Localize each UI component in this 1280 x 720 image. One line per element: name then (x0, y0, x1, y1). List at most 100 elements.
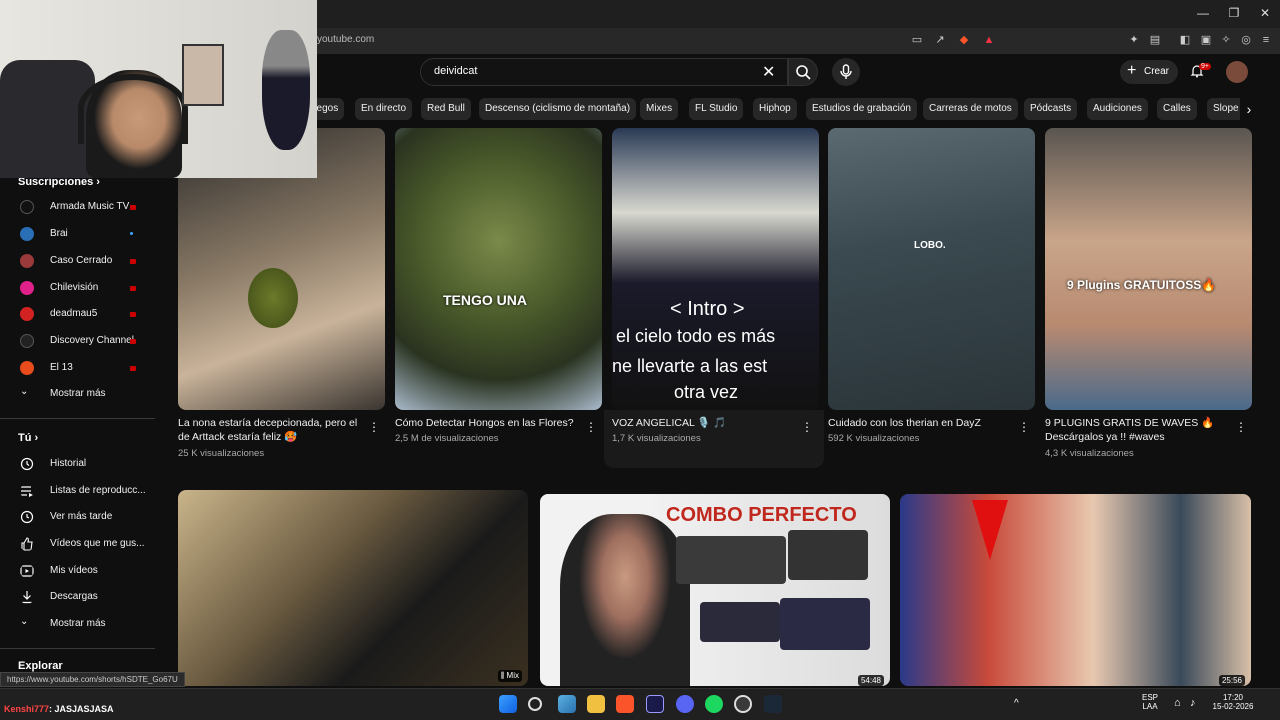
steam-icon[interactable] (764, 695, 782, 713)
chip-descenso[interactable]: Descenso (ciclismo de montaña) (479, 98, 637, 120)
sidebar-item-downloads[interactable]: Descargas (18, 585, 158, 609)
spotify-icon[interactable] (705, 695, 723, 713)
chip-podcasts[interactable]: Pódcasts (1024, 98, 1078, 120)
leo-icon[interactable]: ✧ (1219, 33, 1233, 47)
sidebar-item-watch-later[interactable]: Ver más tarde (18, 505, 158, 529)
sidebar-item-armada-music-tv[interactable]: Armada Music TV (18, 195, 158, 219)
file-explorer-icon[interactable] (587, 695, 605, 713)
plugin-rack-4 (780, 598, 870, 650)
plugin-rack-2 (788, 530, 868, 580)
obs-icon[interactable] (734, 695, 752, 713)
video-thumbnail-2[interactable]: COMBO PERFECTO 54:48 (540, 494, 890, 686)
keyboard-language[interactable]: ESP LAA (1142, 693, 1158, 711)
sidebar-item-liked-videos[interactable]: Vídeos que me gus... (18, 532, 158, 556)
thumbs-up-icon (21, 537, 33, 551)
sidebar-item-chilevision[interactable]: Chilevisión (18, 276, 158, 300)
live-icon (130, 366, 136, 371)
sidebar-item-history[interactable]: Historial (18, 452, 158, 476)
sidebar-item-playlists[interactable]: Listas de reproducc... (18, 479, 158, 503)
widgets-icon[interactable] (558, 695, 576, 713)
short-thumbnail-5[interactable]: 9 Plugins GRATUITOSS🔥 (1045, 128, 1252, 410)
wallet-icon[interactable]: ▣ (1199, 33, 1213, 47)
sidebar-item-discovery-channel[interactable]: Discovery Channel (18, 329, 158, 353)
playlists-icon (21, 486, 33, 497)
chip-estudios[interactable]: Estudios de grabación (806, 98, 917, 120)
webcam-picture-frame (182, 44, 224, 106)
voice-search-button[interactable] (832, 58, 860, 86)
clock[interactable]: 17:20 15-02-2026 (1208, 693, 1258, 711)
short-title-5[interactable]: 9 PLUGINS GRATIS DE WAVES 🔥 Descárgalos … (1045, 416, 1231, 444)
video-duration: 54:48 (857, 675, 884, 686)
menu-icon[interactable]: ≡ (1259, 33, 1273, 47)
microphone-icon (840, 64, 852, 79)
url-text[interactable]: youtube.com (317, 34, 374, 45)
chat-overlay-line: Kenshi777: JASJASJASA (0, 704, 114, 714)
search-button[interactable] (788, 58, 818, 86)
plugin-rack-1 (676, 536, 786, 584)
tray-overflow-icon[interactable]: ^ (1014, 698, 1019, 709)
reader-icon[interactable]: ▤ (1148, 33, 1162, 47)
chip-en-directo[interactable]: En directo (355, 98, 413, 120)
premiere-icon[interactable] (646, 695, 664, 713)
sidebar-item-el-13[interactable]: El 13 (18, 356, 158, 380)
maximize-icon[interactable]: ❐ (1224, 6, 1244, 20)
chip-mixes[interactable]: Mixes (640, 98, 679, 120)
chip-carreras[interactable]: Carreras de motos (923, 98, 1018, 120)
chip-red-bull[interactable]: Red Bull (421, 98, 471, 120)
video-thumbnail-3[interactable]: 25:56 (900, 494, 1251, 686)
sidebar-item-caso-cerrado[interactable]: Caso Cerrado (18, 249, 158, 273)
sidebar-item-deadmau5[interactable]: deadmau5 (18, 302, 158, 326)
discord-icon[interactable] (676, 695, 694, 713)
short-thumbnail-2[interactable]: TENGO UNA (395, 128, 602, 410)
taskbar-search-icon[interactable] (528, 697, 542, 711)
explore-heading[interactable]: Explorar (18, 660, 63, 672)
brave-shield-icon[interactable]: ◆ (957, 33, 971, 47)
sidebar-show-more-you[interactable]: ⌄ Mostrar más (18, 612, 158, 636)
extensions-icon[interactable]: ✦ (1127, 33, 1141, 47)
sidebar-show-more-subs[interactable]: ⌄ Mostrar más (18, 382, 158, 406)
my-videos-icon (20, 565, 34, 577)
volume-icon[interactable]: ♪ (1190, 697, 1196, 709)
brave-browser-icon[interactable] (616, 695, 634, 713)
sidebar-item-my-videos[interactable]: Mis vídeos (18, 559, 158, 583)
chip-fl-studio[interactable]: FL Studio (689, 98, 744, 120)
live-icon (130, 312, 136, 317)
short-title-3[interactable]: VOZ ANGELICAL 🎙️ 🎵 (612, 416, 798, 430)
network-icon[interactable]: ⌂ (1174, 697, 1181, 709)
live-icon (130, 259, 136, 264)
more-vert-icon[interactable]: ⋮ (1018, 420, 1030, 434)
chat-nick: Kenshi777 (4, 704, 50, 714)
chip-hiphop[interactable]: Hiphop (753, 98, 797, 120)
chip-slope[interactable]: Slope (1207, 98, 1245, 120)
more-vert-icon[interactable]: ⋮ (368, 420, 380, 434)
short-overlay-text: 9 Plugins GRATUITOSS🔥 (1067, 278, 1217, 292)
vpn-icon[interactable]: ◎ (1239, 33, 1253, 47)
share-icon[interactable]: ↗ (933, 33, 947, 47)
mix-badge: ⫼ Mix (497, 670, 522, 682)
cast-icon[interactable]: ▭ (910, 33, 924, 47)
intro-text: < Intro > (670, 298, 745, 320)
short-title-4[interactable]: Cuidado con los therian en DayZ (828, 416, 1014, 430)
account-avatar[interactable] (1226, 61, 1248, 83)
video-duration: 25:56 (1218, 675, 1245, 686)
more-vert-icon[interactable]: ⋮ (585, 420, 597, 434)
short-title-2[interactable]: Cómo Detectar Hongos en las Flores? (395, 416, 581, 430)
video-thumbnail-1[interactable]: ⫼ Mix (178, 490, 528, 686)
more-vert-icon[interactable]: ⋮ (801, 420, 813, 434)
short-title-1[interactable]: La nona estaría decepcionada, pero el de… (178, 416, 364, 444)
short-thumbnail-4[interactable]: LOBO. (828, 128, 1035, 410)
brave-rewards-icon[interactable]: ▲ (982, 33, 996, 47)
webcam-headphones (78, 74, 188, 144)
you-heading[interactable]: Tú › (18, 432, 38, 444)
sidebar-toggle-icon[interactable]: ◧ (1178, 33, 1192, 47)
windows-start-icon[interactable] (499, 695, 517, 713)
more-vert-icon[interactable]: ⋮ (1235, 420, 1247, 434)
chevron-right-icon[interactable]: › (1240, 98, 1258, 120)
short-thumbnail-3[interactable]: < Intro > el cielo todo es más ne llevar… (612, 128, 819, 410)
close-window-icon[interactable]: ✕ (1255, 6, 1275, 20)
sidebar-item-brai[interactable]: Brai (18, 222, 158, 246)
minimize-icon[interactable]: — (1193, 6, 1213, 20)
chip-audiciones[interactable]: Audiciones (1087, 98, 1148, 120)
chip-calles[interactable]: Calles (1157, 98, 1197, 120)
clear-search-icon[interactable]: ✕ (762, 62, 775, 82)
